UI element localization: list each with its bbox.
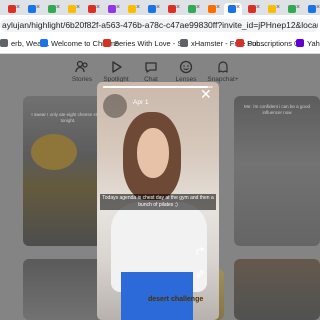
browser-tab[interactable]: × bbox=[244, 3, 262, 15]
avatar[interactable] bbox=[103, 94, 127, 118]
browser-tab[interactable]: × bbox=[304, 3, 320, 15]
browser-tab[interactable]: × bbox=[204, 3, 222, 15]
favicon-icon bbox=[28, 5, 36, 13]
browser-tab[interactable]: × bbox=[44, 3, 62, 15]
favicon-icon bbox=[148, 5, 156, 13]
favicon-icon bbox=[88, 5, 96, 13]
favicon-icon bbox=[228, 5, 236, 13]
close-tab-icon[interactable]: × bbox=[176, 3, 180, 13]
bookmark-icon bbox=[103, 39, 111, 47]
bookmark-item[interactable]: Subscriptions 0 bbox=[236, 38, 298, 50]
browser-tab[interactable]: × bbox=[24, 3, 42, 15]
browser-tab[interactable]: × bbox=[104, 3, 122, 15]
card-title-desert-challenge: desert challenge bbox=[148, 296, 204, 303]
close-tab-icon[interactable]: × bbox=[256, 3, 260, 13]
close-tab-icon[interactable]: × bbox=[136, 3, 140, 13]
close-tab-icon[interactable]: × bbox=[276, 3, 280, 13]
close-tab-icon[interactable]: × bbox=[316, 3, 320, 13]
bookmark-label: Subscriptions 0 bbox=[247, 39, 299, 48]
browser-tab[interactable]: × bbox=[284, 3, 302, 15]
story-progress-fill bbox=[103, 86, 208, 88]
browser-tab[interactable]: × bbox=[84, 3, 102, 15]
bookmarks-bar: erb, Weat... Welcome to Chrome Series With… bbox=[0, 35, 320, 54]
bookmark-label: Series With Love - S... bbox=[114, 39, 189, 48]
bookmark-icon bbox=[40, 39, 48, 47]
story-caption: Todays agenda is chest day at the gym an… bbox=[100, 194, 216, 210]
bookmark-icon bbox=[180, 39, 188, 47]
close-button[interactable]: ✕ bbox=[200, 87, 212, 101]
close-tab-icon[interactable]: × bbox=[216, 3, 220, 13]
close-tab-icon[interactable]: × bbox=[96, 3, 100, 13]
close-tab-icon[interactable]: × bbox=[236, 3, 240, 13]
close-tab-icon[interactable]: × bbox=[56, 3, 60, 13]
close-tab-icon[interactable]: × bbox=[116, 3, 120, 13]
url-bar[interactable]: aylujan/highlight/6b20f82f-a563-476b-a78… bbox=[0, 19, 318, 32]
close-tab-icon[interactable]: × bbox=[156, 3, 160, 13]
story-image-face bbox=[137, 128, 169, 178]
favicon-icon bbox=[288, 5, 296, 13]
close-tab-icon[interactable]: × bbox=[36, 3, 40, 13]
favicon-icon bbox=[128, 5, 136, 13]
story-progress-bar bbox=[103, 86, 213, 88]
bookmark-label: Yahoo bbox=[307, 39, 320, 48]
address-bar-row: aylujan/highlight/6b20f82f-a563-476b-a78… bbox=[0, 15, 320, 35]
share-icon[interactable] bbox=[195, 247, 205, 257]
favicon-icon bbox=[248, 5, 256, 13]
link-icon[interactable] bbox=[195, 269, 205, 279]
close-tab-icon[interactable]: × bbox=[196, 3, 200, 13]
bookmark-item[interactable]: Yahoo bbox=[296, 38, 320, 50]
browser-tab[interactable]: × bbox=[184, 3, 202, 15]
favicon-icon bbox=[8, 5, 16, 13]
favicon-icon bbox=[108, 5, 116, 13]
browser-tab[interactable]: × bbox=[144, 3, 162, 15]
favicon-icon bbox=[48, 5, 56, 13]
story-date: Apr 1 bbox=[133, 99, 149, 106]
browser-tab[interactable]: × bbox=[64, 3, 82, 15]
close-tab-icon[interactable]: × bbox=[16, 3, 20, 13]
bookmark-icon bbox=[296, 39, 304, 47]
favicon-icon bbox=[308, 5, 316, 13]
tab-strip: × × × × × × × × × × × × × × × × bbox=[0, 0, 320, 15]
favicon-icon bbox=[68, 5, 76, 13]
favicon-icon bbox=[188, 5, 196, 13]
close-tab-icon[interactable]: × bbox=[296, 3, 300, 13]
story-viewer[interactable]: Apr 1 ✕ Todays agenda is chest day at th… bbox=[97, 82, 219, 320]
browser-tab[interactable]: × bbox=[4, 3, 22, 15]
close-tab-icon[interactable]: × bbox=[76, 3, 80, 13]
browser-tab[interactable]: × bbox=[124, 3, 142, 15]
bookmark-icon bbox=[0, 39, 8, 47]
browser-tab[interactable]: × bbox=[224, 3, 242, 15]
browser-tab[interactable]: × bbox=[164, 3, 182, 15]
close-icon: ✕ bbox=[200, 86, 212, 102]
favicon-icon bbox=[268, 5, 276, 13]
favicon-icon bbox=[168, 5, 176, 13]
favicon-icon bbox=[208, 5, 216, 13]
browser-tab[interactable]: × bbox=[264, 3, 282, 15]
bookmark-icon bbox=[236, 39, 244, 47]
bookmark-item[interactable]: Series With Love - S... bbox=[103, 38, 189, 50]
